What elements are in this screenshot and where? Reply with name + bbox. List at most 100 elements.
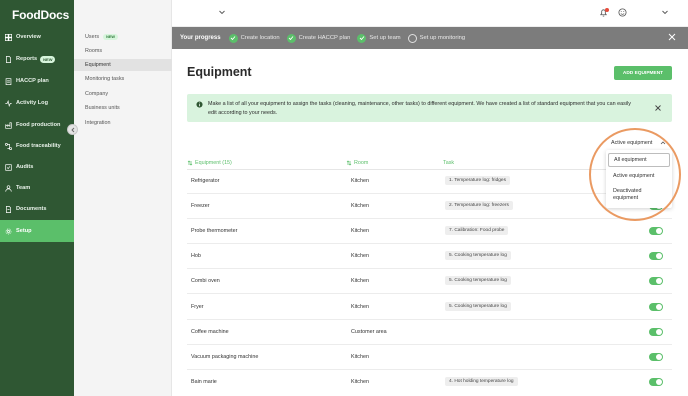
add-equipment-button[interactable]: ADD EQUIPMENT <box>614 66 672 80</box>
empty-circle-icon <box>407 33 417 43</box>
sidebar-item-label: Reports <box>16 56 38 62</box>
sidebar-item-team[interactable]: Team <box>0 179 74 197</box>
check-icon <box>286 33 296 43</box>
file-icon <box>4 55 12 63</box>
sidebar-item-food-production[interactable]: Food production <box>0 116 74 134</box>
sidebar-item-audits[interactable]: Audits <box>0 158 74 176</box>
active-toggle[interactable] <box>649 378 663 386</box>
sidebar-item-overview[interactable]: Overview <box>0 28 74 46</box>
check-icon <box>357 33 367 43</box>
chevron-up-icon <box>660 141 666 145</box>
subnav-item-company[interactable]: Company <box>74 88 172 100</box>
progress-step-set-up-monitoring[interactable]: Set up monitoring <box>407 33 465 43</box>
progress-bar: Your progress Create location Create HAC… <box>172 27 688 49</box>
sidebar-item-label: Overview <box>16 34 41 40</box>
subnav-item-users[interactable]: Users NEW <box>74 31 172 43</box>
top-bar <box>172 0 688 27</box>
sidebar-item-activity-log[interactable]: Activity Log <box>0 94 74 112</box>
table-row[interactable]: Freezer Kitchen 2. Temperature log: free… <box>187 195 672 219</box>
subnav-item-monitoring-tasks[interactable]: Monitoring tasks <box>74 73 172 85</box>
column-header-equipment[interactable]: Equipment (15) <box>187 160 232 166</box>
task-tag[interactable]: 7. Calibration: Food probe <box>445 226 509 235</box>
equipment-name: Vacuum packaging machine <box>191 354 259 360</box>
sort-icon <box>346 160 352 166</box>
check-icon <box>228 33 238 43</box>
clipboard-icon <box>4 77 12 85</box>
filter-option-all-equipment[interactable]: All equipment <box>608 153 670 167</box>
sidebar-item-reports[interactable]: Reports NEW <box>0 50 74 68</box>
sidebar-item-label: HACCP plan <box>16 78 49 84</box>
equipment-name: Combi oven <box>191 278 220 284</box>
chevron-down-icon[interactable] <box>218 8 226 16</box>
sidebar-item-label: Food production <box>16 122 61 128</box>
active-toggle[interactable] <box>649 303 663 311</box>
progress-step-create-location[interactable]: Create location <box>228 33 280 43</box>
equipment-room: Kitchen <box>351 278 369 284</box>
sort-icon <box>187 160 193 166</box>
new-badge: NEW <box>103 34 118 40</box>
sidebar-item-food-traceability[interactable]: Food traceability <box>0 137 74 155</box>
table-row[interactable]: Fryer Kitchen 5. Cooking temperature log <box>187 296 672 320</box>
progress-title: Your progress <box>180 35 221 41</box>
sidebar-item-documents[interactable]: Documents <box>0 200 74 218</box>
document-icon <box>4 205 12 213</box>
collapse-sidebar-button[interactable] <box>67 124 78 135</box>
active-toggle[interactable] <box>649 328 663 336</box>
table-row[interactable]: Hob Kitchen 5. Cooking temperature log <box>187 245 672 269</box>
equipment-room: Kitchen <box>351 304 369 310</box>
task-tag[interactable]: 2. Temperature log: freezers <box>445 201 513 210</box>
filter-dropdown-menu: All equipment Active equipment Deactivat… <box>606 150 672 208</box>
equipment-room: Kitchen <box>351 253 369 259</box>
column-header-room[interactable]: Room <box>346 160 368 166</box>
active-toggle[interactable] <box>649 227 663 235</box>
subnav-item-equipment[interactable]: Equipment <box>74 59 172 71</box>
equipment-filter-select[interactable]: Active equipment <box>606 137 672 149</box>
task-tag[interactable]: 5. Cooking temperature log <box>445 276 511 285</box>
subnav-item-label: Equipment <box>85 62 111 68</box>
task-tag[interactable]: 5. Cooking temperature log <box>445 251 511 260</box>
equipment-name: Refrigerator <box>191 178 220 184</box>
task-tag[interactable]: 5. Cooking temperature log <box>445 302 511 311</box>
sidebar-item-setup[interactable]: Setup <box>0 220 74 242</box>
equipment-name: Fryer <box>191 304 204 310</box>
task-tag[interactable]: 1. Temperature log: fridges <box>445 176 510 185</box>
close-icon[interactable] <box>654 104 662 112</box>
sidebar-item-label: Audits <box>16 164 34 170</box>
table-row[interactable]: Refrigerator Kitchen 1. Temperature log:… <box>187 170 672 194</box>
active-toggle[interactable] <box>649 252 663 260</box>
page-title: Equipment <box>187 65 252 79</box>
progress-step-set-up-team[interactable]: Set up team <box>357 33 401 43</box>
equipment-room: Kitchen <box>351 228 369 234</box>
filter-option-active-equipment[interactable]: Active equipment <box>608 169 670 183</box>
sidebar-item-label: Activity Log <box>16 100 49 106</box>
sidebar-item-label: Setup <box>16 228 32 234</box>
info-text: Make a list of all your equipment to ass… <box>208 101 631 116</box>
active-toggle[interactable] <box>649 277 663 285</box>
column-header-task: Task <box>443 160 455 166</box>
progress-step-create-haccp-plan[interactable]: Create HACCP plan <box>286 33 351 43</box>
table-row[interactable]: Combi oven Kitchen 5. Cooking temperatur… <box>187 270 672 294</box>
sidebar-item-haccp-plan[interactable]: HACCP plan <box>0 72 74 90</box>
audit-icon <box>4 163 12 171</box>
progress-step-label: Create HACCP plan <box>298 35 351 41</box>
main-sidebar: FoodDocs Overview Reports NEW HACCP plan… <box>0 0 74 396</box>
equipment-name: Coffee machine <box>191 329 229 335</box>
equipment-name: Freezer <box>191 203 210 209</box>
subnav-item-integration[interactable]: Integration <box>74 117 172 129</box>
activity-icon <box>4 99 12 107</box>
close-icon[interactable] <box>668 33 676 41</box>
subnav-item-rooms[interactable]: Rooms <box>74 45 172 57</box>
filter-option-deactivated-equipment[interactable]: Deactivated equipment <box>608 186 652 204</box>
subnav-item-business-units[interactable]: Business units <box>74 102 172 114</box>
app-logo[interactable]: FoodDocs <box>12 8 69 22</box>
smiley-icon[interactable] <box>618 8 627 17</box>
active-toggle[interactable] <box>649 353 663 361</box>
table-row[interactable]: Vacuum packaging machine Kitchen <box>187 346 672 370</box>
table-row[interactable]: Bain marie Kitchen 4. Hot holding temper… <box>187 371 672 395</box>
task-tag[interactable]: 4. Hot holding temperature log <box>445 377 518 386</box>
table-row[interactable]: Coffee machine Customer area <box>187 321 672 345</box>
gear-icon <box>4 227 12 235</box>
table-row[interactable]: Probe thermometer Kitchen 7. Calibration… <box>187 220 672 244</box>
equipment-name: Hob <box>191 253 201 259</box>
chevron-down-icon[interactable] <box>661 8 669 16</box>
